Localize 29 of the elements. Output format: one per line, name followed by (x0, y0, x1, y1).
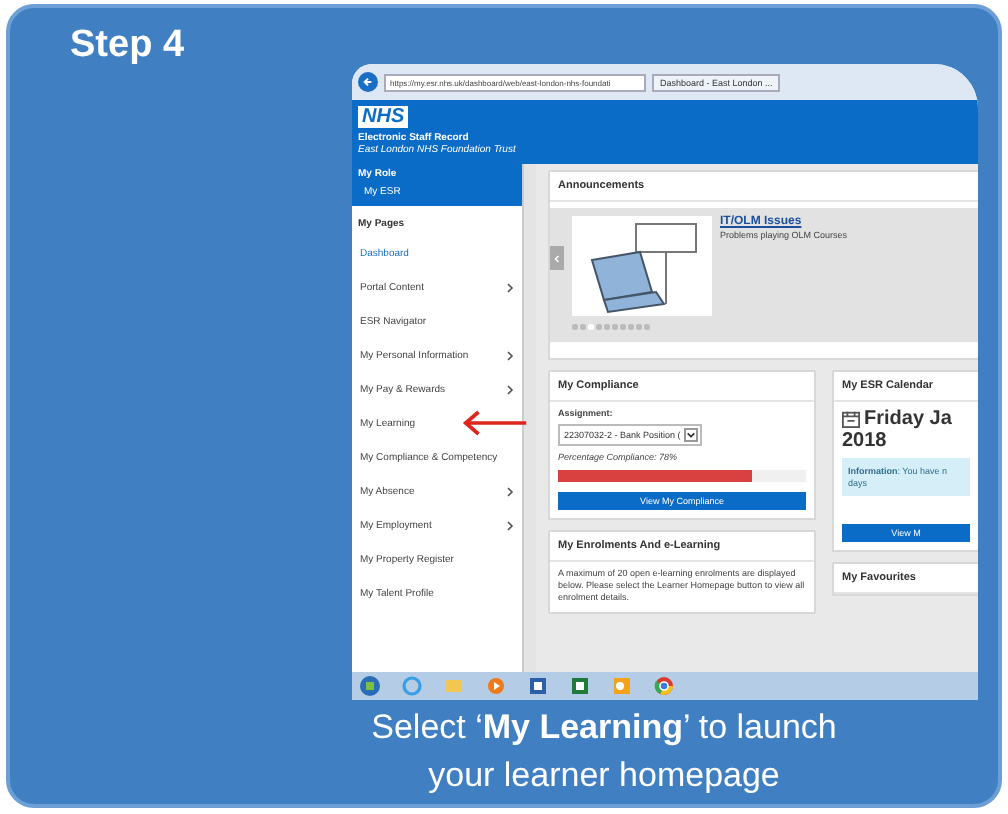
carousel-dot[interactable] (580, 324, 585, 329)
caret-icon (684, 427, 699, 441)
laptop-sign-drawing (572, 216, 712, 316)
browser-icon[interactable] (654, 676, 674, 696)
chevron-left-icon (554, 253, 560, 263)
carousel-dot[interactable] (604, 324, 609, 329)
scrollbar[interactable] (522, 164, 536, 672)
mail-icon[interactable] (612, 676, 632, 696)
calendar-date: Friday Ja (864, 407, 952, 429)
document-icon[interactable] (528, 676, 548, 696)
caption: Select ‘My Learning’ to launch your learner homepage (369, 706, 839, 798)
carousel-dot[interactable] (572, 324, 577, 329)
carousel-dot[interactable] (628, 324, 633, 329)
carousel-dot[interactable] (596, 324, 601, 329)
start-icon[interactable] (360, 676, 380, 696)
globe-icon[interactable] (402, 676, 422, 696)
carousel-dot[interactable] (620, 324, 625, 329)
carousel-dot[interactable] (636, 324, 641, 329)
nhs-logo: NHS (358, 106, 409, 128)
step-label: Step 4 (70, 24, 187, 70)
carousel-dot[interactable] (612, 324, 617, 329)
previous-button[interactable] (550, 246, 564, 270)
back-icon[interactable] (358, 72, 378, 92)
calendar-year: 2018 (842, 429, 889, 451)
carousel-dot[interactable] (644, 324, 649, 329)
play-icon[interactable] (486, 676, 506, 696)
spreadsheet-icon[interactable] (570, 676, 590, 696)
calendar-icon (842, 409, 860, 427)
folder-icon[interactable] (444, 676, 464, 696)
